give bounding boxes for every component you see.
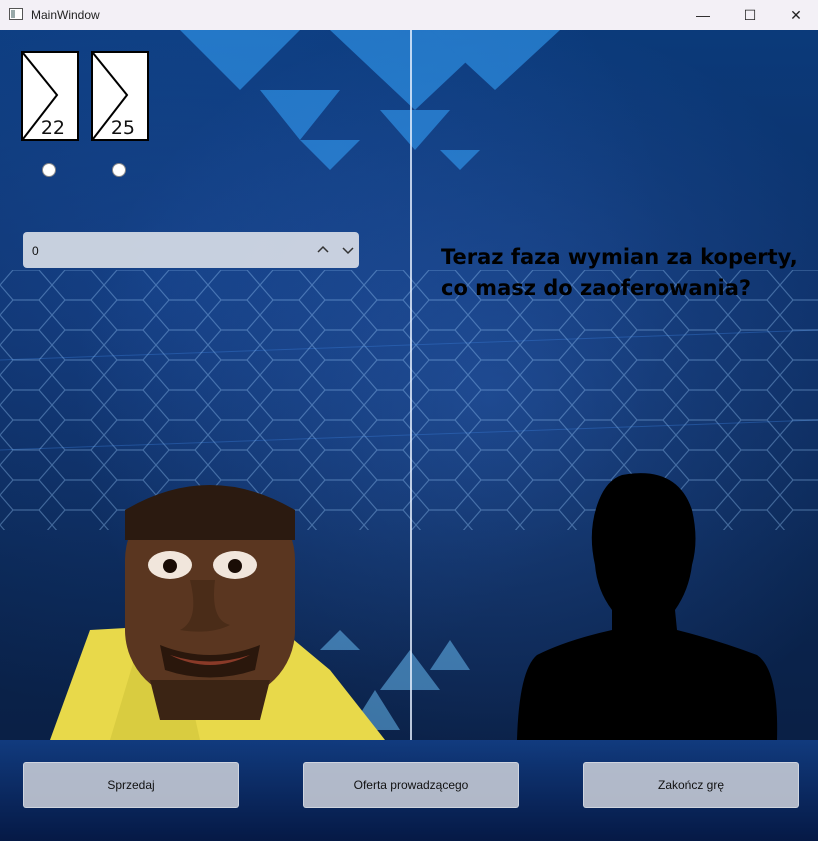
window-title: MainWindow xyxy=(31,8,100,22)
envelope-card-1[interactable]: 22 xyxy=(21,51,79,141)
host-offer-button[interactable]: Oferta prowadzącego xyxy=(303,762,519,808)
main-window: MainWindow — ☐ ✕ 22 25 0 Teraz faza wymi… xyxy=(0,0,818,841)
app-icon xyxy=(9,8,23,20)
card-1-radio[interactable] xyxy=(42,163,56,177)
chevron-up-icon[interactable] xyxy=(316,243,330,257)
offer-spinbox[interactable]: 0 xyxy=(23,232,359,268)
center-divider xyxy=(410,30,412,740)
opponent-silhouette-image xyxy=(517,473,778,740)
end-game-button[interactable]: Zakończ grę xyxy=(583,762,799,808)
card-number: 25 xyxy=(110,117,135,139)
player-character-image xyxy=(50,485,385,740)
card-2-radio[interactable] xyxy=(112,163,126,177)
close-button[interactable]: ✕ xyxy=(773,0,818,30)
phase-message: Teraz faza wymian za koperty, co masz do… xyxy=(441,245,798,300)
card-number: 22 xyxy=(40,117,65,139)
sell-button[interactable]: Sprzedaj xyxy=(23,762,239,808)
title-bar: MainWindow — ☐ ✕ xyxy=(0,0,818,30)
game-area: 22 25 0 Teraz faza wymian za koperty, co… xyxy=(0,30,818,841)
chevron-down-icon[interactable] xyxy=(341,243,355,257)
envelope-card-2[interactable]: 25 xyxy=(91,51,149,141)
maximize-button[interactable]: ☐ xyxy=(727,0,773,30)
spinbox-value: 0 xyxy=(32,244,39,258)
minimize-button[interactable]: — xyxy=(680,0,726,30)
